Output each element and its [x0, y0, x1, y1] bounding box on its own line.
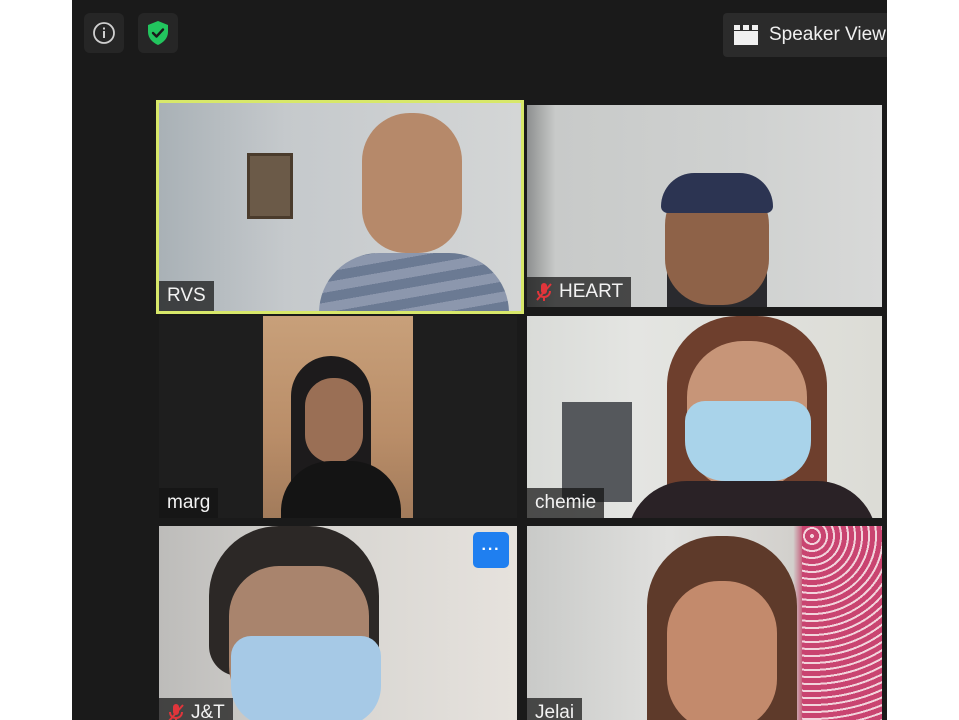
video-tile-jelai[interactable]: Jelai: [527, 526, 882, 720]
participant-video-feed: [263, 316, 413, 518]
video-tile-jt[interactable]: ··· J&T: [159, 526, 517, 720]
background-cabinet: [562, 402, 632, 502]
speaker-view-button[interactable]: Speaker View: [723, 13, 887, 57]
participant-name-label: chemie: [527, 488, 605, 518]
info-icon: [93, 22, 115, 44]
participant-mask: [685, 401, 811, 481]
video-tile-marg[interactable]: marg: [159, 316, 517, 518]
participant-mask: [231, 636, 381, 720]
participant-name-label: Jelai: [527, 698, 583, 720]
participant-shirt: [319, 253, 509, 311]
shield-check-icon: [148, 21, 168, 45]
muted-microphone-icon: [536, 283, 552, 301]
participant-name-label: RVS: [159, 281, 214, 311]
participant-head: [362, 113, 462, 253]
participant-name-label: J&T: [159, 698, 233, 720]
participant-cap: [661, 173, 773, 213]
grid-view-icon: [734, 25, 758, 45]
participant-name-label: HEART: [527, 277, 632, 307]
speaker-view-label: Speaker View: [769, 24, 886, 45]
video-tile-rvs[interactable]: RVS: [156, 100, 524, 314]
muted-microphone-icon: [168, 704, 184, 720]
participant-name-label: marg: [159, 488, 219, 518]
more-options-button[interactable]: ···: [473, 532, 509, 568]
meeting-info-button[interactable]: [84, 13, 124, 53]
participant-shirt: [627, 481, 877, 518]
security-button[interactable]: [138, 13, 178, 53]
participant-head: [667, 581, 777, 720]
background-curtain: [802, 526, 882, 720]
video-tile-heart[interactable]: HEART: [527, 105, 882, 307]
video-tile-chemie[interactable]: chemie: [527, 316, 882, 518]
wall-frame: [247, 153, 293, 219]
meeting-window: Speaker View RVS HEART marg chemie ··· J…: [72, 0, 887, 720]
